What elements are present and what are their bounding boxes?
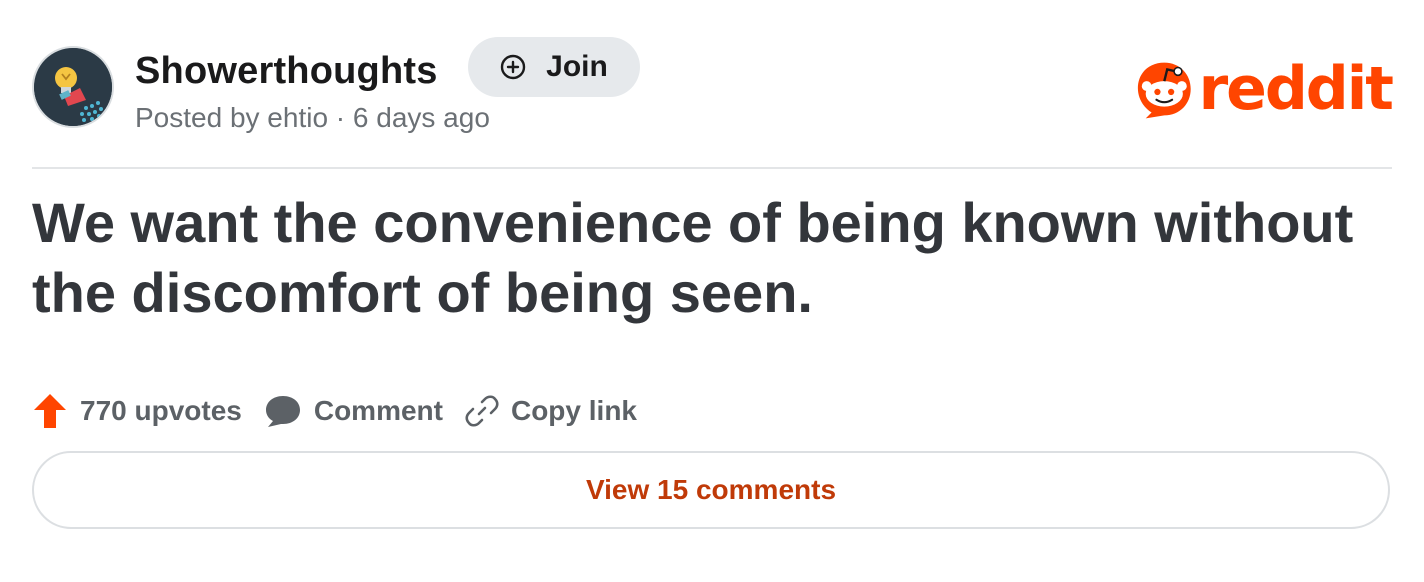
header-divider <box>32 167 1392 169</box>
post-title[interactable]: We want the convenience of being known w… <box>32 188 1372 328</box>
copy-link-label: Copy link <box>510 395 637 426</box>
post-header: Showerthoughts Join Posted by ehtio · 6 … <box>32 37 1394 134</box>
link-icon <box>465 395 499 427</box>
upvote-count: 770 upvotes <box>80 395 242 426</box>
lightbulb-shower-icon <box>34 48 112 126</box>
reddit-logo[interactable]: reddit <box>1132 54 1394 124</box>
comment-label: Comment <box>313 395 443 426</box>
subreddit-name[interactable]: Showerthoughts <box>135 48 438 94</box>
post-actions: 770 upvotes Comment Copy link <box>32 386 659 436</box>
reddit-wordmark: reddit <box>1198 54 1394 124</box>
plus-circle-icon <box>500 54 526 80</box>
comment-bubble-icon <box>265 396 300 427</box>
join-label: Join <box>546 50 608 83</box>
comment-button[interactable]: Comment <box>264 393 443 429</box>
view-comments-label: View 15 comments <box>585 474 837 505</box>
join-button[interactable]: Join <box>468 37 640 97</box>
reddit-snoo-icon <box>1137 62 1191 119</box>
upvote-button[interactable]: 770 upvotes <box>32 392 242 430</box>
subreddit-avatar[interactable] <box>32 46 114 128</box>
post-meta: Posted by ehtio · 6 days ago <box>135 102 490 133</box>
upvote-arrow-icon <box>34 394 66 428</box>
copy-link-button[interactable]: Copy link <box>465 394 637 428</box>
view-comments-button[interactable]: View 15 comments <box>32 451 1390 529</box>
